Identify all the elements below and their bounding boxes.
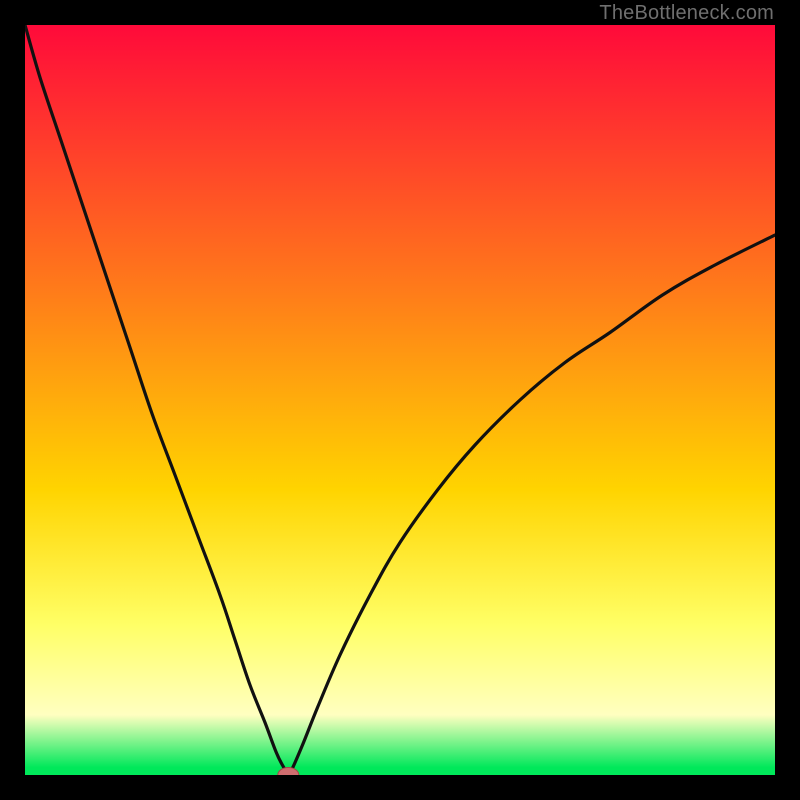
gradient-background [25, 25, 775, 775]
watermark-text: TheBottleneck.com [599, 2, 774, 25]
bottleneck-chart [25, 25, 775, 775]
chart-frame [25, 25, 775, 775]
